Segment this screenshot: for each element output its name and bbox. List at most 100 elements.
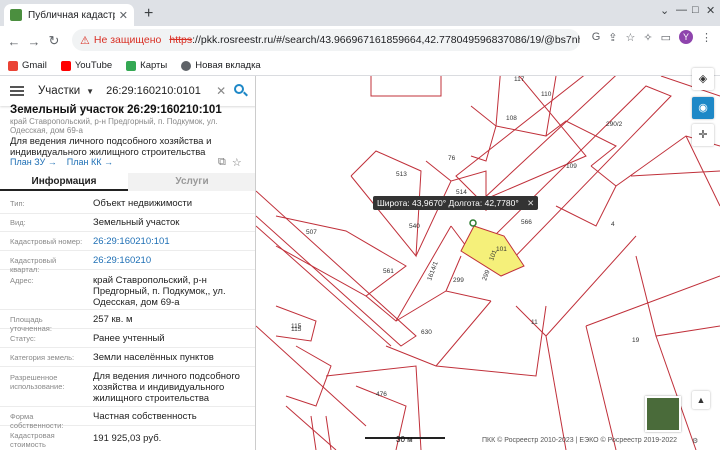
globe-icon (181, 60, 192, 71)
site-favicon-icon (10, 9, 22, 21)
tab-close-icon[interactable]: ✕ (119, 9, 128, 22)
minimize-icon[interactable]: — (676, 4, 687, 16)
parcel-label: 630 (421, 329, 432, 336)
star-icon[interactable]: ☆ (626, 31, 636, 44)
menu-hamburger-icon[interactable] (10, 84, 24, 98)
parcel-label: 117 (514, 76, 525, 83)
attr-value: Земли населённых пунктов (93, 352, 214, 363)
sidepanel-icon[interactable]: ▭ (661, 31, 671, 44)
parcel-label: 110 (541, 91, 552, 98)
attr-key: Кадастровая стоимость (10, 431, 55, 449)
road-label: 299 (481, 269, 491, 282)
bookmark-label: Новая вкладка (195, 60, 261, 71)
bookmark-new-tab[interactable]: Новая вкладка (181, 60, 261, 71)
plan-zu-label: План ЗУ (10, 157, 46, 167)
share-icon[interactable]: ⇪ (608, 31, 617, 44)
parcel-line (555, 165, 617, 227)
search-icon[interactable] (234, 84, 249, 98)
new-tab-button[interactable]: + (144, 5, 153, 23)
road-label: 1614/1 (426, 260, 440, 281)
collapse-up-icon[interactable]: ▲ (692, 391, 710, 409)
avatar[interactable]: Y (679, 30, 693, 44)
cadastral-number-link[interactable]: 26:29:160210:101 (93, 236, 253, 247)
attr-row-land-category: Категория земель: Земли населённых пункт… (0, 348, 255, 367)
attr-key: Кадастровый номер: (10, 237, 83, 246)
object-title: Земельный участок 26:29:160210:101 (10, 104, 222, 116)
maximize-icon[interactable]: □ (692, 4, 699, 16)
tab-services[interactable]: Услуги (128, 173, 255, 191)
layers-icon[interactable]: ◈ (692, 68, 714, 90)
parcel-label: 101 (496, 246, 507, 253)
parcel-label: 115 (291, 326, 302, 333)
parcel-line (585, 325, 617, 450)
url-scheme: https (169, 34, 193, 46)
parcel-label: 4 (611, 221, 615, 228)
bookmark-youtube[interactable]: YouTube (60, 60, 112, 71)
clear-search-icon[interactable]: ✕ (216, 84, 226, 98)
attr-key: Статус: (10, 334, 36, 343)
cadastral-map[interactable]: 1310117110108290/27651351456611810945075… (256, 76, 720, 450)
info-panel: Участки ▼ 26:29:160210:0101 ✕ Земельный … (0, 76, 256, 450)
parcel-label: 290/2 (606, 121, 623, 128)
plan-zu-link[interactable]: План ЗУ → (10, 157, 57, 167)
parcel-line (256, 225, 392, 347)
chevron-down-icon[interactable]: ▼ (86, 87, 94, 96)
tab-information[interactable]: Информация (0, 173, 128, 191)
scale-label: 30 м (396, 435, 413, 444)
crosshair-icon[interactable]: ✛ (692, 124, 714, 146)
parcel-line (435, 305, 547, 377)
gmail-icon (8, 60, 18, 71)
cadastral-quarter-link[interactable]: 26:29:160210 (93, 255, 253, 266)
search-input[interactable]: 26:29:160210:0101 (106, 85, 216, 97)
chevron-down-icon[interactable]: ⌄ (660, 4, 669, 17)
url-text: ://pkk.rosreestr.ru/#/search/43.96696716… (192, 34, 580, 46)
parcel-line (285, 405, 337, 450)
plan-kk-label: План КК (66, 157, 102, 167)
reload-icon[interactable]: ↻ (44, 33, 64, 49)
parcel-line (365, 225, 452, 322)
google-lens-icon[interactable]: G (592, 31, 601, 43)
parcel-line (470, 105, 497, 162)
parcel-label: 108 (506, 115, 517, 122)
parcel-line (585, 275, 720, 327)
parcel-line (285, 345, 332, 407)
insecure-label: Не защищено (93, 34, 162, 46)
attr-key: Вид: (10, 218, 26, 227)
coordinate-tooltip: Широта: 43,9670° Долгота: 42,7780° ✕ (373, 196, 539, 210)
zoom-to-object-icon[interactable]: ⧉ (218, 156, 226, 169)
parcel-label: 1310 (406, 76, 421, 78)
browser-tab[interactable]: Публичная кадастровая карта ✕ (4, 4, 134, 26)
plan-kk-link[interactable]: План КК → (67, 157, 113, 167)
settings-icon[interactable]: ⚙ (692, 437, 698, 445)
url-input[interactable]: ⚠ Не защищено https ://pkk.rosreestr.ru/… (72, 29, 580, 51)
parcel-label: 540 (409, 223, 420, 230)
search-type-select[interactable]: Участки (38, 85, 80, 97)
attr-row-area: Площадь уточненная: 257 кв. м (0, 310, 255, 333)
satellite-basemap-thumbnail[interactable] (645, 396, 681, 432)
toolbar-right: G ⇪ ☆ ✧ ▭ Y ⋮ (592, 30, 712, 44)
warning-icon[interactable]: ⚠ (80, 34, 90, 47)
attr-value: Объект недвижимости (93, 198, 193, 209)
back-icon[interactable]: ← (4, 34, 24, 49)
locate-icon[interactable]: ◉ (692, 97, 714, 119)
bookmark-maps[interactable]: Карты (126, 60, 167, 71)
parcel-label: 561 (383, 268, 394, 275)
menu-icon[interactable]: ⋮ (701, 31, 712, 44)
maps-icon (126, 60, 137, 71)
attr-value: Земельный участок (93, 217, 180, 228)
forward-icon[interactable]: → (24, 34, 44, 49)
attr-key: Разрешенное использование: (10, 373, 65, 391)
object-address: край Ставропольский, р-н Предгорный, п. … (10, 117, 218, 135)
close-window-icon[interactable]: ✕ (706, 4, 715, 17)
parcel-label: 299 (453, 277, 464, 284)
attr-row-status: Статус: Ранее учтенный (0, 329, 255, 348)
bookmark-gmail[interactable]: Gmail (8, 60, 47, 71)
tooltip-close-icon[interactable]: ✕ (527, 198, 534, 208)
parcel-label: 76 (448, 155, 456, 162)
bookmark-label: Карты (140, 60, 168, 71)
favorite-star-icon[interactable]: ☆ (232, 156, 242, 169)
road-parcel (485, 85, 672, 267)
extensions-icon[interactable]: ✧ (643, 31, 652, 44)
parcel-line (655, 335, 697, 450)
object-use: Для ведения личного подсобного хозяйства… (10, 136, 212, 158)
